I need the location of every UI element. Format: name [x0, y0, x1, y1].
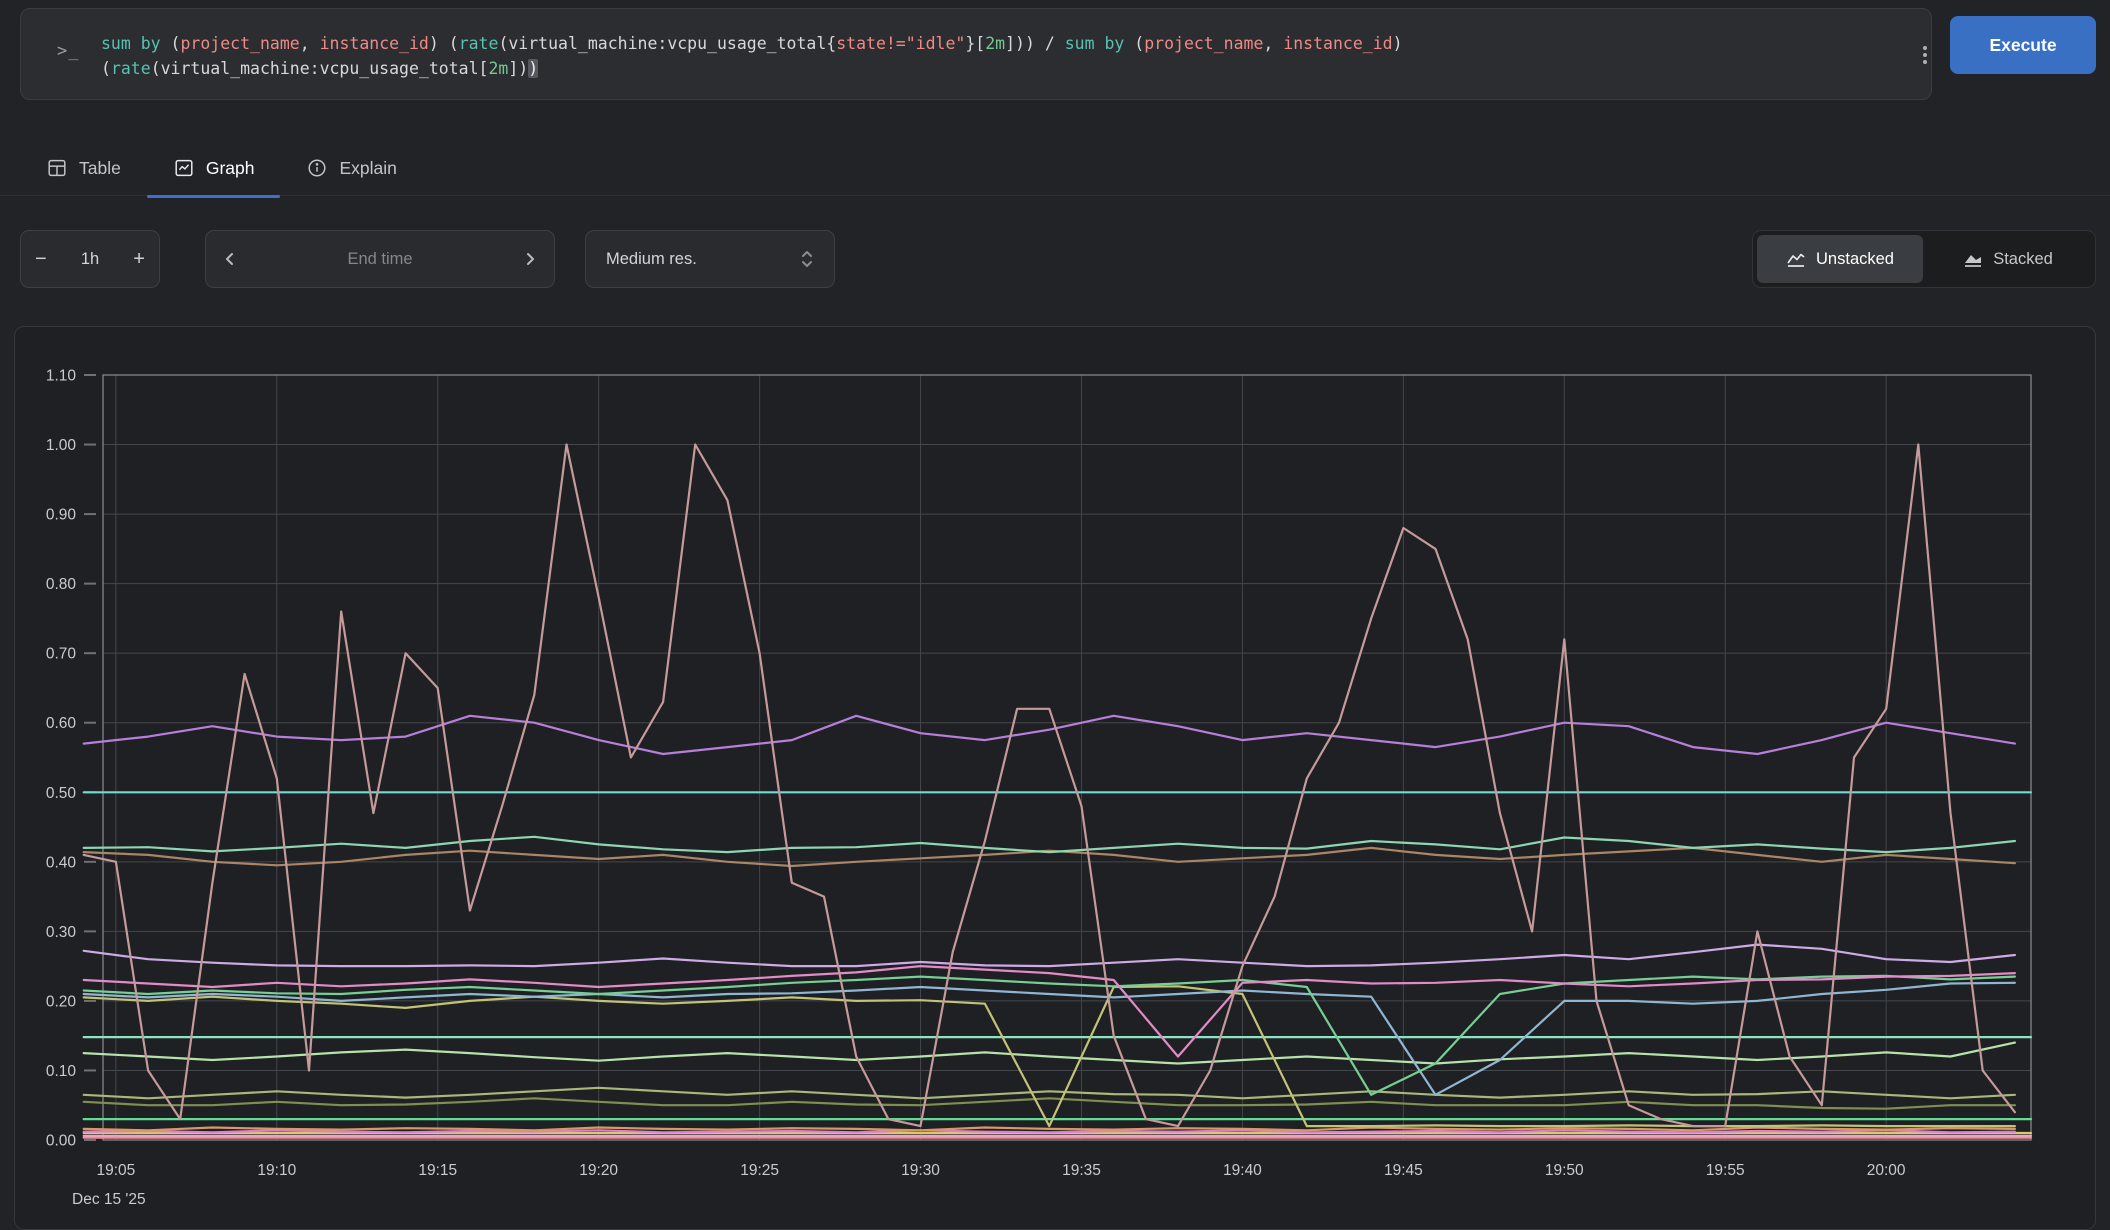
svg-text:19:40: 19:40 — [1223, 1162, 1262, 1179]
svg-text:19:25: 19:25 — [740, 1162, 779, 1179]
series-line-s17-magenta-low — [84, 1130, 2015, 1132]
svg-text:19:30: 19:30 — [901, 1162, 940, 1179]
svg-text:0.20: 0.20 — [46, 993, 77, 1010]
svg-text:0.40: 0.40 — [46, 854, 77, 871]
svg-text:19:05: 19:05 — [96, 1162, 135, 1179]
svg-text:0.00: 0.00 — [46, 1133, 77, 1150]
svg-text:0.50: 0.50 — [46, 785, 77, 802]
svg-text:19:45: 19:45 — [1384, 1162, 1423, 1179]
svg-text:0.30: 0.30 — [46, 924, 77, 941]
svg-text:20:00: 20:00 — [1867, 1162, 1906, 1179]
usage-chart[interactable]: 0.00 0.10 0.20 0.30 0.40 0.50 0.60 0.70 0.80 0.90… — [0, 0, 2110, 1230]
svg-text:1.00: 1.00 — [46, 437, 77, 454]
svg-text:19:10: 19:10 — [257, 1162, 296, 1179]
chart-series — [84, 445, 2031, 1138]
svg-text:0.60: 0.60 — [46, 715, 77, 732]
series-line-s16-orange-low — [84, 1128, 2015, 1131]
svg-text:19:15: 19:15 — [418, 1162, 457, 1179]
svg-text:19:35: 19:35 — [1062, 1162, 1101, 1179]
svg-text:0.10: 0.10 — [46, 1063, 77, 1080]
svg-text:19:20: 19:20 — [579, 1162, 618, 1179]
svg-text:0.70: 0.70 — [46, 646, 77, 663]
svg-text:0.80: 0.80 — [46, 576, 77, 593]
svg-text:19:55: 19:55 — [1706, 1162, 1745, 1179]
svg-text:1.10: 1.10 — [46, 368, 77, 385]
svg-text:0.90: 0.90 — [46, 507, 77, 524]
svg-text:19:50: 19:50 — [1545, 1162, 1584, 1179]
svg-text:Dec 15 '25: Dec 15 '25 — [72, 1191, 146, 1208]
